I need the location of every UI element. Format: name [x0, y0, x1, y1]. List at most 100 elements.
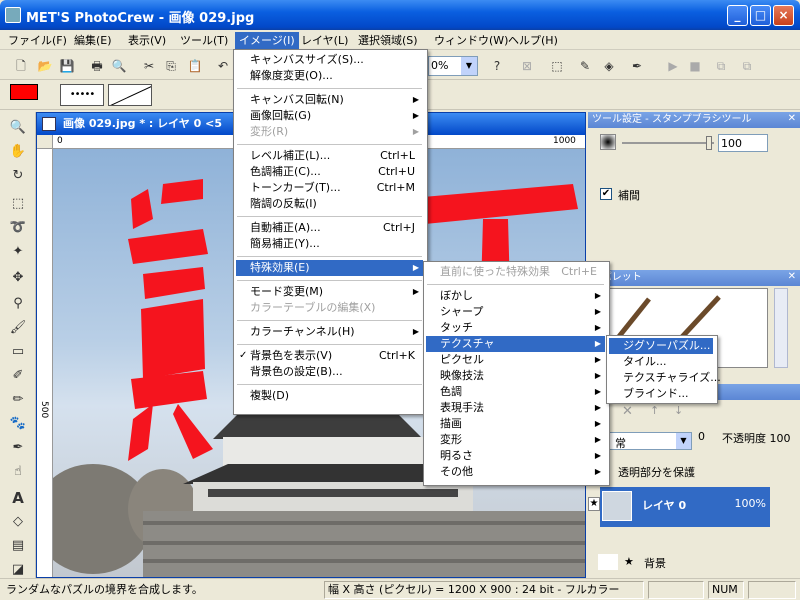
image-menu-item[interactable]: 背景色を表示(V) ✓ Ctrl+K: [236, 348, 423, 364]
interpolation-checkbox[interactable]: ✔: [600, 188, 612, 200]
close-icon[interactable]: ✕: [788, 113, 796, 124]
effects-menu-item[interactable]: 描画 ▶: [426, 416, 605, 432]
menu-image[interactable]: イメージ(I): [235, 32, 299, 49]
image-menu-item[interactable]: モード変更(M) ▶: [236, 284, 423, 300]
texture-menu-item[interactable]: タイル...: [609, 354, 713, 370]
maximize-button[interactable]: □: [750, 5, 771, 26]
eraser-icon[interactable]: ▭: [8, 342, 28, 362]
arrow-down-icon[interactable]: ↓: [674, 404, 683, 417]
image-menu-item[interactable]: キャンバス回転(N) ▶: [236, 92, 423, 108]
image-menu-item[interactable]: 背景色の設定(B)...: [236, 364, 423, 380]
close-icon[interactable]: ✕: [788, 271, 796, 282]
brush-tool-icon[interactable]: ✎: [576, 57, 594, 75]
image-menu-item[interactable]: 解像度変更(O)...: [236, 68, 423, 84]
zoom-tool-icon[interactable]: 🔍: [8, 118, 28, 138]
color-brush-icon[interactable]: ✒: [8, 438, 28, 458]
palette-scrollbar[interactable]: [774, 288, 788, 368]
pen-tool-icon[interactable]: ✒: [628, 57, 646, 75]
effects-menu-item[interactable]: 色調 ▶: [426, 384, 605, 400]
eyedropper-icon[interactable]: ⚲: [8, 294, 28, 314]
effects-menu-item[interactable]: 変形 ▶: [426, 432, 605, 448]
save-icon[interactable]: 💾: [58, 57, 76, 75]
foreground-color-swatch[interactable]: [10, 84, 38, 100]
new-file-icon[interactable]: 🗋: [12, 57, 30, 75]
paste-icon[interactable]: 📋: [186, 57, 204, 75]
help-pointer-icon[interactable]: ?: [488, 57, 506, 75]
layer-row-0[interactable]: レイヤ 0 100%: [600, 487, 770, 527]
rect-select-icon[interactable]: ⬚: [8, 194, 28, 214]
menu-file[interactable]: ファイル(F): [4, 32, 71, 49]
menu-window[interactable]: ウィンドウ(W): [430, 32, 512, 49]
texture-menu-item[interactable]: テクスチャライズ...: [609, 370, 721, 386]
lasso-icon[interactable]: ➰: [8, 218, 28, 238]
image-menu-item[interactable]: キャンバスサイズ(S)...: [236, 52, 423, 68]
airbrush-icon[interactable]: ✐: [8, 366, 28, 386]
stop-icon[interactable]: ■: [686, 57, 704, 75]
text-tool-icon[interactable]: A: [8, 488, 28, 508]
select-area-icon[interactable]: ⬚: [548, 57, 566, 75]
window-tile-icon[interactable]: ⧉: [738, 57, 756, 75]
effects-menu-item[interactable]: 明るさ ▶: [426, 448, 605, 464]
effects-menu-item[interactable]: その他 ▶: [426, 464, 605, 480]
image-menu-item[interactable]: 複製(D): [236, 388, 423, 404]
effects-menu-item[interactable]: 表現手法 ▶: [426, 400, 605, 416]
fill-bucket-icon[interactable]: ◪: [8, 560, 28, 580]
effects-menu-item[interactable]: テクスチャ ▶: [426, 336, 605, 352]
brush-preset-line[interactable]: [108, 84, 152, 106]
close-button[interactable]: ×: [773, 5, 794, 26]
effects-menu-item[interactable]: ぼかし ▶: [426, 288, 605, 304]
menu-selection[interactable]: 選択領域(S): [354, 32, 422, 49]
image-menu-item[interactable]: 階調の反転(I): [236, 196, 423, 212]
size-slider-thumb[interactable]: [706, 136, 712, 150]
menu-edit[interactable]: 編集(E): [70, 32, 116, 49]
undo-icon[interactable]: ↶: [214, 57, 232, 75]
zoom-select[interactable]: 0% ▼: [428, 56, 478, 76]
shape-tool-icon[interactable]: ◇: [8, 512, 28, 532]
menu-tools[interactable]: ツール(T): [176, 32, 232, 49]
image-menu-item[interactable]: カラーチャンネル(H) ▶: [236, 324, 423, 340]
size-input[interactable]: 100: [718, 134, 768, 152]
gradient-icon[interactable]: ▤: [8, 536, 28, 556]
size-slider[interactable]: [622, 142, 714, 144]
open-folder-icon[interactable]: 📂: [36, 57, 54, 75]
stamp-brush-icon[interactable]: 🐾: [8, 414, 28, 434]
brush-icon[interactable]: 🖌: [8, 318, 28, 338]
effects-menu-item[interactable]: 直前に使った特殊効果 Ctrl+E: [426, 264, 605, 280]
background-star-icon[interactable]: ★: [624, 555, 634, 568]
smudge-icon[interactable]: ☝: [8, 462, 28, 482]
effects-menu-item[interactable]: ピクセル ▶: [426, 352, 605, 368]
texture-menu-item[interactable]: ジグソーパズル...: [609, 338, 713, 354]
layer-visibility-star[interactable]: ★: [588, 497, 600, 511]
menu-view[interactable]: 表示(V): [124, 32, 170, 49]
image-menu-item[interactable]: 特殊効果(E) ▶: [236, 260, 423, 276]
pencil-icon[interactable]: ✏: [8, 390, 28, 410]
image-menu-item[interactable]: 色調補正(C)... Ctrl+U: [236, 164, 423, 180]
brush-preset-dots[interactable]: •••••: [60, 84, 104, 106]
arrow-up-icon[interactable]: ↑: [650, 404, 659, 417]
effects-menu-item[interactable]: 映像技法 ▶: [426, 368, 605, 384]
menu-layer[interactable]: レイヤ(L): [297, 32, 352, 49]
image-menu-item[interactable]: 画像回転(G) ▶: [236, 108, 423, 124]
image-menu-item[interactable]: カラーテーブルの編集(X): [236, 300, 423, 316]
effects-menu-item[interactable]: タッチ ▶: [426, 320, 605, 336]
menu-help[interactable]: ヘルプ(H): [504, 32, 562, 49]
image-menu-item[interactable]: 自動補正(A)... Ctrl+J: [236, 220, 423, 236]
eraser-tool-icon[interactable]: ◈: [600, 57, 618, 75]
delete-layer-icon[interactable]: ✕: [622, 404, 633, 419]
minimize-button[interactable]: _: [727, 5, 748, 26]
image-menu-item[interactable]: レベル補正(L)... Ctrl+L: [236, 148, 423, 164]
image-menu-item[interactable]: 簡易補正(Y)...: [236, 236, 423, 252]
window-arrange-icon[interactable]: ⧉: [712, 57, 730, 75]
play-icon[interactable]: ▶: [664, 57, 682, 75]
image-menu-item[interactable]: トーンカーブ(T)... Ctrl+M: [236, 180, 423, 196]
print-preview-icon[interactable]: 🔍: [110, 57, 128, 75]
image-menu-item[interactable]: 変形(R) ▶: [236, 124, 423, 140]
move-tool-icon[interactable]: ✥: [8, 268, 28, 288]
deselect-icon[interactable]: ⊠: [518, 57, 536, 75]
print-icon[interactable]: 🖶: [88, 57, 106, 75]
texture-menu-item[interactable]: ブラインド...: [609, 386, 713, 402]
magic-wand-icon[interactable]: ✦: [8, 242, 28, 262]
rotate-view-icon[interactable]: ↻: [8, 166, 28, 186]
hand-tool-icon[interactable]: ✋: [8, 142, 28, 162]
cut-icon[interactable]: ✂: [140, 57, 158, 75]
